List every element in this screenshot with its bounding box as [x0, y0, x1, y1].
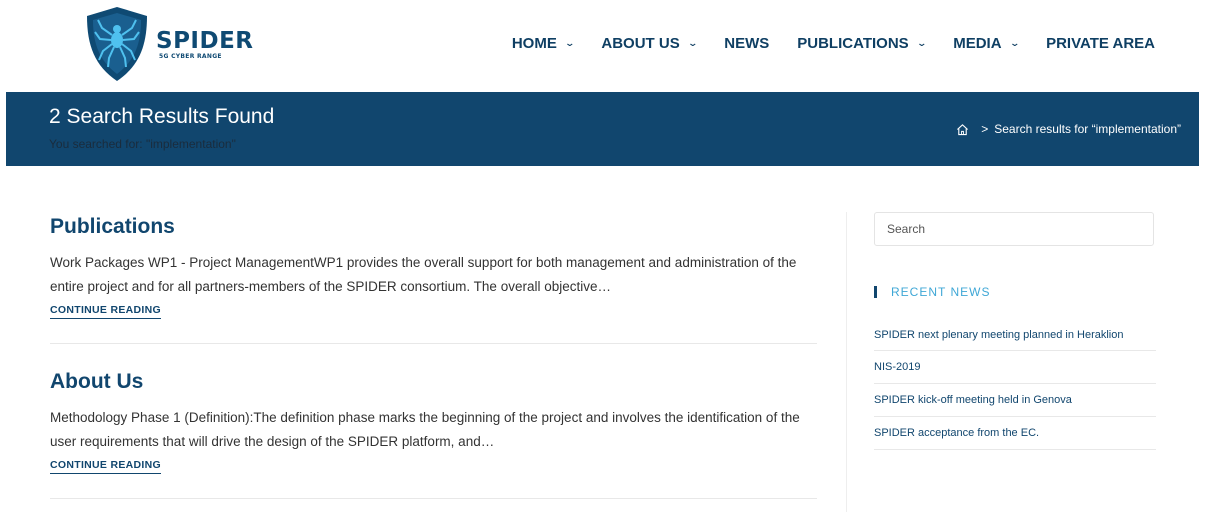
widget-title-text: RECENT NEWS: [891, 285, 991, 299]
heading-accent-bar: [874, 286, 877, 298]
chevron-down-icon: ⌄: [1009, 38, 1020, 48]
sidebar: RECENT NEWS SPIDER next plenary meeting …: [846, 212, 1205, 512]
nav-item-publications[interactable]: PUBLICATIONS ⌄: [797, 35, 927, 52]
nav-item-media[interactable]: MEDIA ⌄: [953, 35, 1020, 52]
logo-subtitle: 5G CYBER RANGE: [159, 52, 222, 60]
nav-item-label: MEDIA: [953, 35, 1002, 52]
nav-item-label: HOME: [511, 35, 557, 52]
recent-news-heading: RECENT NEWS: [874, 285, 990, 299]
chevron-down-icon: ⌄: [687, 38, 698, 48]
search-result: About Us Methodology Phase 1 (Definition…: [50, 367, 817, 499]
site-logo[interactable]: SPIDER 5G CYBER RANGE: [84, 6, 254, 82]
recent-news-list: SPIDER next plenary meeting planned in H…: [874, 320, 1156, 450]
breadcrumb-separator: >: [981, 122, 989, 136]
result-excerpt: Methodology Phase 1 (Definition):The def…: [50, 410, 800, 449]
page-header-banner: 2 Search Results Found You searched for:…: [6, 92, 1199, 166]
news-link[interactable]: SPIDER acceptance from the EC.: [874, 417, 1156, 450]
continue-reading-link[interactable]: CONTINUE READING: [50, 304, 161, 319]
nav-item-home[interactable]: HOME ⌄: [511, 35, 575, 52]
news-link[interactable]: NIS-2019: [874, 351, 1156, 384]
result-title-link[interactable]: About Us: [50, 367, 817, 397]
nav-item-label: PUBLICATIONS: [797, 35, 909, 52]
chevron-down-icon: ⌄: [916, 38, 927, 48]
logo-title: SPIDER: [156, 27, 254, 54]
chevron-down-icon: ⌄: [564, 38, 575, 48]
breadcrumb-current: Search results for “implementation”: [994, 122, 1181, 136]
site-header: SPIDER 5G CYBER RANGE HOME ⌄ ABOUT US ⌄ …: [0, 0, 1205, 92]
nav-item-label: ABOUT US: [601, 35, 680, 52]
result-excerpt: Work Packages WP1 - Project ManagementWP…: [50, 255, 797, 294]
search-result: Publications Work Packages WP1 - Project…: [50, 212, 817, 344]
breadcrumb: > Search results for “implementation”: [956, 122, 1181, 136]
page-subheading: You searched for: "implementation": [49, 137, 236, 151]
news-link[interactable]: SPIDER kick-off meeting held in Genova: [874, 384, 1156, 417]
search-results: Publications Work Packages WP1 - Project…: [50, 212, 817, 522]
result-title-link[interactable]: Publications: [50, 212, 817, 242]
spider-shield-logo-icon: [87, 7, 147, 81]
continue-reading-link[interactable]: CONTINUE READING: [50, 459, 161, 474]
news-link[interactable]: SPIDER next plenary meeting planned in H…: [874, 320, 1156, 351]
main-nav: HOME ⌄ ABOUT US ⌄ NEWS PUBLICATIONS ⌄ ME…: [484, 35, 1155, 52]
page-title: 2 Search Results Found: [49, 105, 275, 128]
search-input[interactable]: [874, 212, 1154, 246]
home-icon[interactable]: [956, 123, 969, 136]
nav-item-news[interactable]: NEWS: [724, 35, 769, 52]
nav-item-label: NEWS: [724, 35, 770, 52]
nav-item-about-us[interactable]: ABOUT US ⌄: [601, 35, 698, 52]
nav-item-label: PRIVATE AREA: [1046, 35, 1155, 52]
nav-item-private-area[interactable]: PRIVATE AREA: [1046, 35, 1155, 52]
